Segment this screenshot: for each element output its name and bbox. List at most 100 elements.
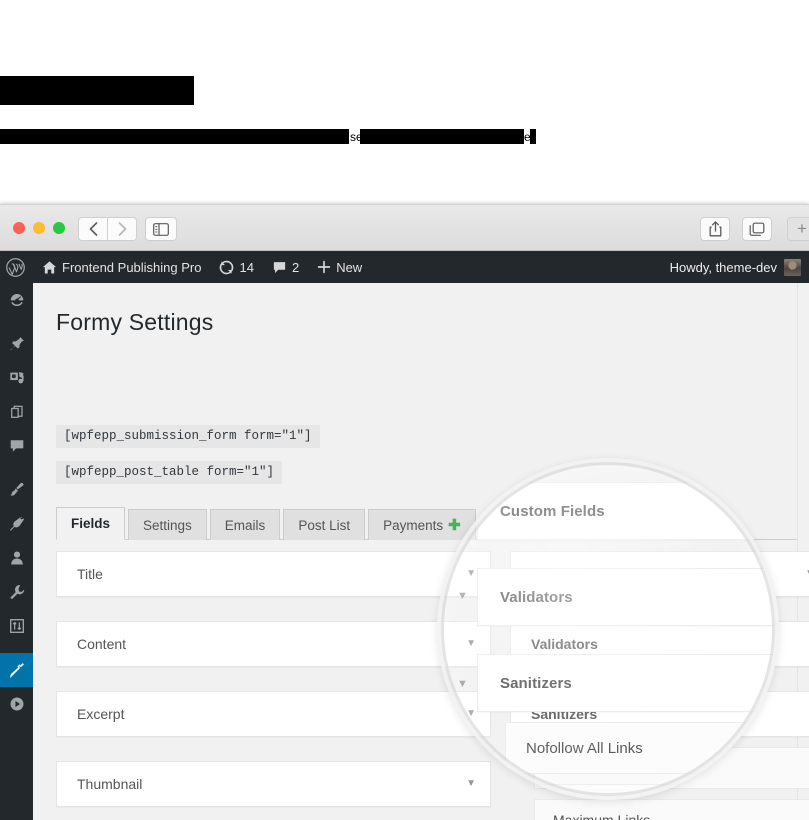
page-title: Formy Settings — [56, 309, 214, 335]
forward-button[interactable] — [107, 217, 137, 241]
panel-label: Custom Fields — [531, 566, 628, 582]
panel-label: Thumbnail — [77, 776, 143, 792]
howdy-label: Howdy, theme-dev — [669, 259, 777, 275]
visible-text-fragment-1: se — [350, 130, 363, 144]
wordpress-icon — [6, 257, 25, 277]
fields-right-column: Custom Fields ▼ Validators Sanitizers No… — [510, 551, 809, 820]
sidebar-item-dashboard[interactable] — [0, 283, 33, 317]
chevron-down-icon[interactable]: ▼ — [466, 709, 476, 719]
new-tab-button[interactable]: + — [787, 217, 809, 241]
shortcode-submission-form[interactable]: [wpfepp_submission_form form="1"] — [56, 425, 320, 448]
tab-label: Fields — [71, 516, 111, 531]
sidebar-item-pages[interactable] — [0, 395, 33, 429]
tab-label: Settings — [143, 517, 192, 533]
sidebar-toggle-button[interactable] — [145, 217, 177, 241]
back-button[interactable] — [78, 217, 108, 241]
sidebar-item-settings[interactable] — [0, 609, 33, 643]
sidebar-separator-3 — [0, 643, 33, 653]
wordpress-logo-menu[interactable] — [0, 251, 33, 283]
redacted-title-bar — [0, 76, 194, 105]
tab-fields[interactable]: Fields — [56, 507, 126, 540]
chevron-right-icon — [118, 222, 126, 236]
plug-icon — [9, 516, 24, 531]
sanitizer-item-maximum-links[interactable]: Maximum Links — [534, 799, 809, 820]
new-content-menu[interactable]: New — [308, 251, 371, 283]
sanitizer-item-nofollow-all-links[interactable]: Nofollow All Links — [534, 747, 809, 789]
admin-content-area: Formy Settings [wpfepp_submission_form f… — [33, 283, 809, 820]
gauge-icon — [10, 294, 23, 306]
avatar — [784, 258, 801, 276]
browser-toolbar: + — [0, 205, 809, 251]
fields-left-column: Title ▼ Content ▼ Excerpt ▼ Thumbnail ▼ — [56, 551, 491, 820]
share-icon — [709, 221, 721, 237]
sliders-icon — [9, 619, 24, 633]
panel-label: Excerpt — [77, 706, 125, 722]
play-circle-icon — [10, 697, 23, 711]
chevron-down-icon[interactable]: ▼ — [466, 639, 476, 649]
visible-text-fragment-2: e. — [524, 130, 535, 144]
panel-validators[interactable]: Validators — [510, 621, 809, 667]
panel-label: Validators — [531, 636, 598, 652]
sidebar-item-appearance[interactable] — [0, 473, 33, 507]
tab-bar: Fields Settings Emails Post List Payment… — [56, 507, 797, 540]
panel-excerpt-field[interactable]: Excerpt ▼ — [56, 691, 491, 737]
account-menu[interactable]: Howdy, theme-dev — [669, 258, 809, 276]
browser-window: + Frontend Publishing Pro 14 2 New Howdy… — [0, 204, 809, 820]
brush-icon — [10, 482, 24, 496]
screenshot-root: se e. + Frontend Publishing Pro 14 2 New… — [0, 0, 809, 820]
sidebar-item-comments[interactable] — [0, 429, 33, 463]
admin-sidebar-menu — [0, 283, 41, 820]
show-tabs-button[interactable] — [742, 217, 772, 241]
tab-settings[interactable]: Settings — [128, 509, 207, 540]
tab-label: Post List — [298, 517, 351, 533]
updates-icon — [220, 260, 234, 274]
sidebar-item-posts[interactable] — [0, 327, 33, 361]
chevron-down-icon[interactable]: ▼ — [466, 569, 476, 579]
panel-label: Title — [77, 566, 103, 582]
comments-menu[interactable]: 2 — [263, 251, 308, 283]
wp-admin-body: Formy Settings [wpfepp_submission_form f… — [0, 283, 809, 820]
tab-post-list[interactable]: Post List — [283, 509, 366, 540]
zoom-window-button[interactable] — [53, 222, 65, 234]
share-button[interactable] — [700, 217, 730, 241]
home-icon — [42, 260, 57, 273]
plus-icon — [317, 260, 331, 274]
comment-bubble-icon — [273, 261, 286, 273]
sidebar-item-frontend-publishing[interactable] — [0, 653, 41, 687]
panel-title-field[interactable]: Title ▼ — [56, 551, 491, 597]
sanitizer-label: Maximum Links — [553, 812, 651, 820]
sidebar-separator-1 — [0, 317, 33, 327]
pin-icon — [9, 337, 24, 351]
panel-thumbnail-field[interactable]: Thumbnail ▼ — [56, 761, 491, 807]
sidebar-item-plugins[interactable] — [0, 507, 33, 541]
sidebar-item-media-player[interactable] — [0, 687, 33, 721]
panel-sanitizers[interactable]: Sanitizers — [510, 691, 809, 737]
tab-label: Payments — [383, 517, 444, 533]
panel-label: Sanitizers — [531, 706, 598, 722]
updates-menu[interactable]: 14 — [210, 251, 262, 283]
sidebar-separator-2 — [0, 463, 33, 473]
payments-plus-icon: ✚ — [448, 516, 461, 534]
site-name-menu[interactable]: Frontend Publishing Pro — [33, 251, 210, 283]
updates-count: 14 — [239, 259, 254, 275]
sanitizer-label: Nofollow All Links — [553, 760, 662, 776]
comment-icon — [10, 440, 23, 452]
tab-emails[interactable]: Emails — [209, 509, 281, 540]
close-window-button[interactable] — [13, 222, 25, 234]
redacted-body-line — [0, 129, 536, 144]
shortcode-post-table[interactable]: [wpfepp_post_table form="1"] — [56, 461, 283, 484]
panel-custom-fields[interactable]: Custom Fields ▼ — [510, 551, 809, 597]
sidebar-item-users[interactable] — [0, 541, 33, 575]
sidebar-icon — [153, 222, 169, 236]
tab-payments[interactable]: Payments ✚ — [368, 509, 476, 540]
sidebar-item-tools[interactable] — [0, 575, 33, 609]
pages-icon — [10, 405, 23, 418]
chevron-down-icon[interactable]: ▼ — [466, 779, 476, 789]
wp-admin-bar: Frontend Publishing Pro 14 2 New Howdy, … — [0, 251, 809, 283]
chevron-down-icon[interactable]: ▼ — [805, 569, 809, 579]
user-icon — [10, 551, 23, 565]
sidebar-item-media[interactable] — [0, 361, 33, 395]
tabs-icon — [749, 222, 765, 236]
panel-content-field[interactable]: Content ▼ — [56, 621, 491, 667]
minimize-window-button[interactable] — [33, 222, 45, 234]
